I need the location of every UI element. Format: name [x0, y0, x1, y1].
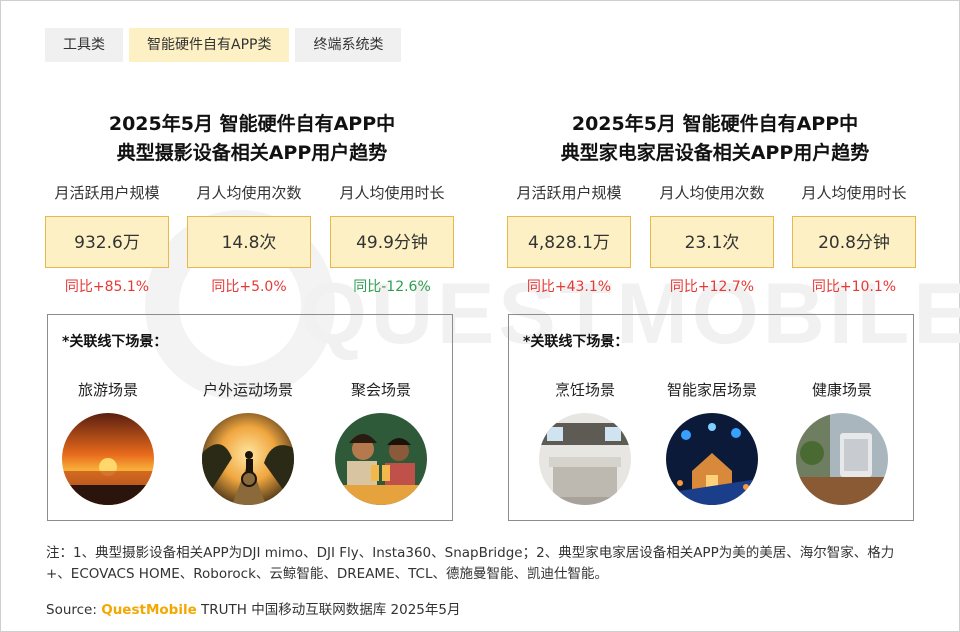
- metric-value: 4,828.1万: [507, 216, 631, 268]
- scene-outdoor-sports: 户外运动场景: [188, 379, 308, 505]
- source-line: Source: QuestMobile TRUTH 中国移动互联网数据库 202…: [46, 598, 460, 618]
- metric-label: 月人均使用次数: [659, 184, 765, 202]
- kitchen-photo-icon: [539, 413, 631, 505]
- scene-travel: 旅游场景: [48, 379, 168, 505]
- metric-yoy: 同比+10.1%: [811, 279, 897, 295]
- scene-smart-home: 智能家居场景: [652, 379, 772, 505]
- metric-value: 14.8次: [187, 216, 311, 268]
- metric-mau: 月活跃用户规模 932.6万 同比+85.1%: [45, 182, 169, 296]
- smart-home-photo-icon: [666, 413, 758, 505]
- scene-party: 聚会场景: [321, 379, 441, 505]
- panel-title-line1: 2025年5月 智能硬件自有APP中: [571, 113, 859, 135]
- scene-label: 健康场景: [811, 381, 872, 399]
- source-prefix: Source:: [46, 602, 102, 618]
- party-photo-icon: [335, 413, 427, 505]
- metric-value: 932.6万: [45, 216, 169, 268]
- tab-terminal-systems[interactable]: 终端系统类: [295, 28, 402, 62]
- scene-label: 聚会场景: [350, 381, 411, 399]
- source-brand: QuestMobile: [101, 602, 197, 618]
- metrics-row: 月活跃用户规模 932.6万 同比+85.1% 月人均使用次数 14.8次 同比…: [32, 182, 472, 302]
- tab-smart-hardware-apps[interactable]: 智能硬件自有APP类: [129, 28, 290, 62]
- metric-duration: 月人均使用时长 49.9分钟 同比-12.6%: [330, 182, 454, 296]
- air-purifier-photo-icon: [796, 413, 888, 505]
- metric-yoy: 同比+12.7%: [669, 279, 755, 295]
- scene-label: 智能家居场景: [666, 381, 757, 399]
- scene-cooking: 烹饪场景: [525, 379, 645, 505]
- scene-label: 旅游场景: [77, 381, 138, 399]
- metric-label: 月人均使用时长: [339, 184, 445, 202]
- scenes-heading: *关联线下场景：: [523, 334, 629, 350]
- metric-yoy: 同比-12.6%: [353, 279, 431, 295]
- metric-value: 20.8分钟: [792, 216, 916, 268]
- metric-sessions: 月人均使用次数 14.8次 同比+5.0%: [187, 182, 311, 296]
- scene-label: 户外运动场景: [202, 381, 293, 399]
- panel-title: 2025年5月 智能硬件自有APP中 典型家电家居设备相关APP用户趋势: [495, 110, 935, 168]
- metric-yoy: 同比+43.1%: [526, 279, 612, 295]
- metric-value: 23.1次: [650, 216, 774, 268]
- panel-title: 2025年5月 智能硬件自有APP中 典型摄影设备相关APP用户趋势: [32, 110, 472, 168]
- cyclist-photo-icon: [202, 413, 294, 505]
- footnote: 注：1、典型摄影设备相关APP为DJI mimo、DJI Fly、Insta36…: [46, 545, 895, 582]
- metric-label: 月活跃用户规模: [54, 184, 160, 202]
- metric-mau: 月活跃用户规模 4,828.1万 同比+43.1%: [507, 182, 631, 296]
- metric-label: 月人均使用次数: [196, 184, 302, 202]
- scene-health: 健康场景: [782, 379, 902, 505]
- scene-label: 烹饪场景: [554, 381, 615, 399]
- metric-label: 月活跃用户规模: [516, 184, 622, 202]
- metric-value: 49.9分钟: [330, 216, 454, 268]
- scenes-heading: *关联线下场景：: [62, 334, 168, 350]
- metric-duration: 月人均使用时长 20.8分钟 同比+10.1%: [792, 182, 916, 296]
- home-appliance-panel: 2025年5月 智能硬件自有APP中 典型家电家居设备相关APP用户趋势 月活跃…: [495, 110, 935, 521]
- sunset-photo-icon: [62, 413, 154, 505]
- metrics-row: 月活跃用户规模 4,828.1万 同比+43.1% 月人均使用次数 23.1次 …: [495, 182, 935, 302]
- panel-title-line1: 2025年5月 智能硬件自有APP中: [108, 113, 396, 135]
- panel-title-line2: 典型摄影设备相关APP用户趋势: [116, 142, 388, 164]
- offline-scenes-box: *关联线下场景： 旅游场景 户外运动场景 聚会场景: [47, 314, 453, 521]
- metric-yoy: 同比+85.1%: [64, 279, 150, 295]
- tab-tools[interactable]: 工具类: [45, 28, 123, 62]
- metric-label: 月人均使用时长: [801, 184, 907, 202]
- category-tabs: 工具类 智能硬件自有APP类 终端系统类: [45, 28, 402, 62]
- source-suffix: TRUTH 中国移动互联网数据库 2025年5月: [196, 602, 461, 618]
- offline-scenes-box: *关联线下场景： 烹饪场景 智能家居场景 健康场景: [508, 314, 914, 521]
- metric-yoy: 同比+5.0%: [211, 279, 287, 295]
- panel-title-line2: 典型家电家居设备相关APP用户趋势: [560, 142, 870, 164]
- metric-sessions: 月人均使用次数 23.1次 同比+12.7%: [650, 182, 774, 296]
- photography-panel: 2025年5月 智能硬件自有APP中 典型摄影设备相关APP用户趋势 月活跃用户…: [32, 110, 472, 521]
